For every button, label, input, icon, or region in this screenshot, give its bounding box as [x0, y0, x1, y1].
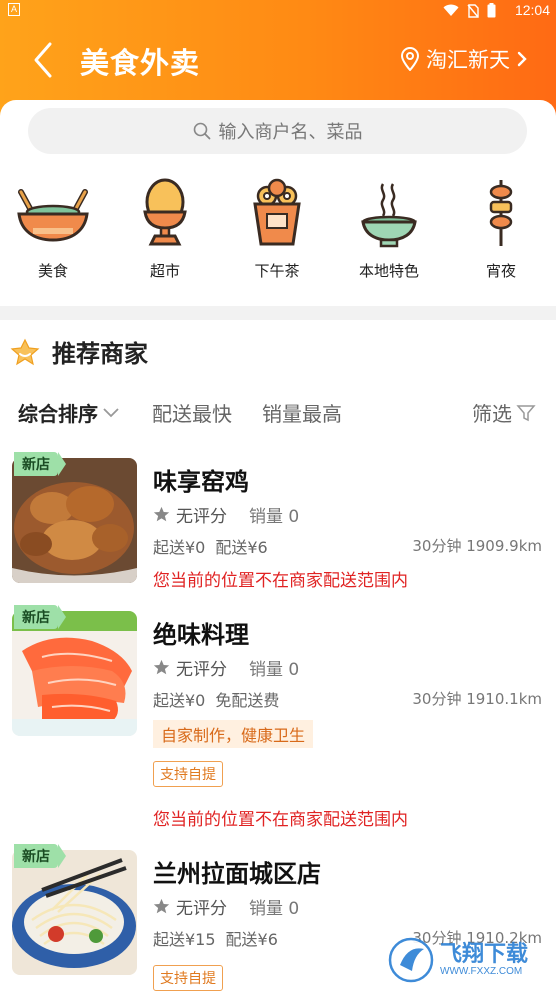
status-time: 12:04 [514, 2, 550, 18]
new-store-badge: 新店 [14, 605, 66, 629]
chevron-left-icon [34, 42, 52, 78]
min-order: 起送¥15 [153, 930, 216, 949]
rating-text: 无评分 [176, 507, 227, 527]
chevron-right-icon [517, 51, 527, 67]
salad-bowl-icon [17, 189, 89, 242]
shop-distance: 30分钟 1909.9km [412, 537, 542, 555]
location-selector[interactable]: 淘汇新天 [400, 44, 528, 74]
category-afternoon-tea[interactable]: 下午茶 [227, 178, 327, 281]
sort-sales[interactable]: 销量最高 [262, 398, 342, 427]
watermark: 飞翔下载 WWW.FXXZ.COM [388, 932, 548, 988]
category-label: 超市 [149, 262, 180, 280]
sort-bar: 综合排序 配送最快 销量最高 筛选 [0, 398, 556, 434]
delivery-fee: 免配送费 [215, 691, 280, 710]
pickup-badge: 支持自提 [153, 965, 223, 991]
crown-star-icon [10, 338, 40, 365]
sort-sales-label: 销量最高 [262, 402, 342, 426]
shop-name: 兰州拉面城区店 [153, 860, 321, 888]
category-supermarket[interactable]: 超市 [115, 178, 215, 281]
delivery-warning: 您当前的位置不在商家配送范围内 [153, 571, 408, 591]
steaming-bowl-icon [361, 183, 417, 248]
category-local-specialty[interactable]: 本地特色 [339, 178, 439, 281]
section-divider [0, 306, 556, 320]
category-grid: 美食 超市 下午茶 本地特色 宵夜 [0, 178, 556, 298]
shop-rating: 无评分 销量 0 [153, 655, 299, 680]
section-title: 推荐商家 [52, 340, 148, 368]
filter-label: 筛选 [472, 402, 512, 426]
no-sim-icon [467, 3, 479, 18]
location-label: 淘汇新天 [426, 48, 510, 72]
search-input[interactable]: 输入商户名、菜品 [28, 108, 527, 154]
donut-box-icon [253, 178, 301, 246]
status-icons [443, 3, 496, 18]
sales-count: 销量 0 [249, 507, 300, 527]
shop-distance: 30分钟 1910.1km [412, 690, 542, 708]
min-order: 起送¥0 [153, 691, 206, 710]
watermark-text-group: 飞翔下载 WWW.FXXZ.COM [440, 941, 529, 977]
status-indicator: A [8, 3, 20, 16]
sales-count: 销量 0 [249, 660, 300, 680]
shop-image [12, 850, 137, 975]
new-store-badge: 新店 [14, 452, 66, 476]
star-icon [153, 659, 170, 675]
delivery-fee: 配送¥6 [225, 930, 278, 949]
delivery-fee: 配送¥6 [215, 538, 268, 557]
shop-list-item[interactable]: 新店 绝味料理 无评分 销量 0 起送¥0 免配送费 30分钟 1910.1km … [0, 605, 556, 831]
shop-name: 味享窑鸡 [153, 468, 249, 496]
shop-rating: 无评分 销量 0 [153, 502, 299, 527]
category-label: 下午茶 [254, 262, 300, 280]
sort-fastest-label: 配送最快 [152, 402, 232, 426]
sales-count: 销量 0 [249, 899, 300, 919]
watermark-text: 飞翔下载 [440, 941, 529, 967]
shop-name: 绝味料理 [153, 621, 249, 649]
sort-fastest[interactable]: 配送最快 [152, 398, 232, 427]
pickup-badge: 支持自提 [153, 761, 223, 787]
sort-default-label: 综合排序 [18, 402, 98, 426]
shop-fees: 起送¥15 配送¥6 [153, 926, 278, 950]
star-icon [153, 506, 170, 522]
page-title: 美食外卖 [80, 46, 201, 80]
search-placeholder: 输入商户名、菜品 [218, 122, 363, 143]
watermark-url: WWW.FXXZ.COM [440, 965, 523, 977]
search-icon [193, 122, 210, 140]
wifi-icon [443, 4, 459, 16]
battery-icon [487, 3, 496, 18]
status-bar: A 12:04 [0, 0, 556, 22]
sort-default[interactable]: 综合排序 [18, 398, 120, 427]
skewer-icon [489, 180, 513, 246]
category-label: 美食 [37, 262, 68, 280]
shop-image [12, 611, 137, 736]
rating-text: 无评分 [176, 899, 227, 919]
shop-list-item[interactable]: 新店 味享窑鸡 无评分 销量 0 起送¥0 配送¥6 30分钟 1909.9km … [0, 452, 556, 591]
shop-image [12, 458, 137, 583]
egg-cup-icon [143, 178, 187, 246]
min-order: 起送¥0 [153, 538, 206, 557]
back-button[interactable] [26, 40, 60, 80]
category-food[interactable]: 美食 [3, 178, 103, 281]
shop-fees: 起送¥0 免配送费 [153, 687, 279, 711]
delivery-warning: 您当前的位置不在商家配送范围内 [153, 810, 408, 830]
star-icon [153, 898, 170, 914]
category-label: 宵夜 [485, 262, 516, 280]
chevron-down-icon [103, 407, 119, 417]
category-label: 本地特色 [358, 262, 419, 280]
new-store-badge: 新店 [14, 844, 66, 868]
category-late-night[interactable]: 宵夜 [451, 178, 551, 281]
funnel-icon [516, 404, 536, 421]
app-screen: A 12:04 美食外卖 淘汇新天 输入商户名、菜品 美食 超市 下午茶 本地特… [0, 0, 556, 996]
filter-button[interactable]: 筛选 [472, 398, 536, 427]
watermark-logo-icon [388, 937, 434, 983]
shop-tag: 自家制作，健康卫生 [153, 720, 314, 748]
shop-fees: 起送¥0 配送¥6 [153, 534, 268, 558]
location-pin-icon [400, 47, 420, 71]
section-header: 推荐商家 [10, 334, 148, 369]
shop-rating: 无评分 销量 0 [153, 894, 299, 919]
rating-text: 无评分 [176, 660, 227, 680]
